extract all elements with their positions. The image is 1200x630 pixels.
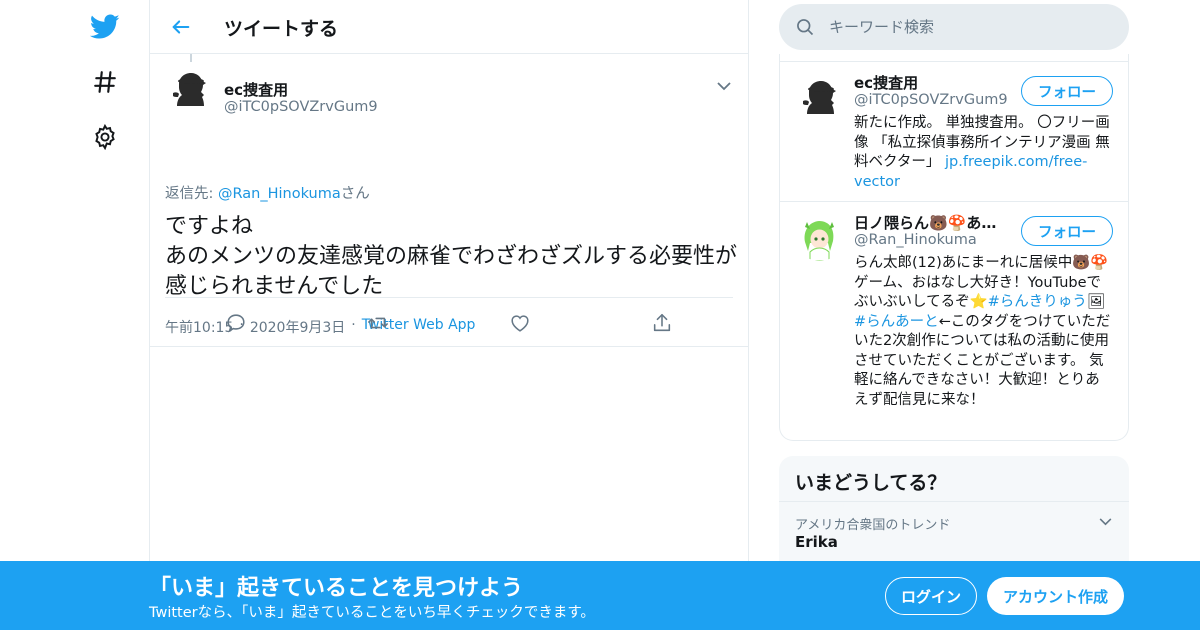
banner-subtitle: Twitterなら、「いま」起きていることをいち早くチェックできます。 (149, 605, 595, 621)
trend-item[interactable]: Erika (795, 533, 838, 551)
trends-title: いまどうしてる？ (795, 472, 947, 494)
bio-text: 🖼 (1086, 294, 1106, 310)
heart-icon[interactable] (504, 308, 536, 338)
tweet-text: ですよね あのメンツの友達感覚の麻雀でわざわざズルする必要性が感じられませんでし… (165, 214, 738, 299)
detective-silhouette-icon (165, 64, 214, 113)
page-header: ツイートする (150, 0, 748, 54)
user-card[interactable]: ec捜査用 @iTC0pSOVZrvGum9 フォロー 新たに作成。 単独捜査用… (780, 61, 1128, 201)
share-icon[interactable] (646, 308, 678, 338)
login-button[interactable]: ログイン (885, 577, 977, 615)
gear-icon[interactable] (89, 121, 121, 153)
retweet-icon[interactable] (362, 308, 394, 338)
anime-avatar-icon (795, 212, 844, 261)
user-handle[interactable]: @iTC0pSOVZrvGum9 (854, 92, 1008, 108)
reply-icon[interactable] (220, 308, 252, 338)
avatar[interactable] (795, 212, 844, 261)
hashtag-link[interactable]: #らんきりゅう (988, 294, 1087, 310)
user-handle[interactable]: @Ran_Hinokuma (854, 232, 977, 248)
main-column: ツイートする ec捜査用 @iTC0pSOVZrvGum9 返信先: @Ran_… (150, 0, 749, 630)
hashtag-icon[interactable] (89, 66, 121, 98)
author-handle[interactable]: @iTC0pSOVZrvGum9 (224, 99, 378, 115)
trend-location: アメリカ合衆国のトレンド (795, 518, 951, 533)
search-icon (797, 19, 814, 36)
related-users-card: ec捜査用 @iTC0pSOVZrvGum9 フォロー 新たに作成。 単独捜査用… (779, 54, 1129, 441)
user-name[interactable]: ec捜査用 (854, 72, 1004, 93)
follow-button[interactable]: フォロー (1021, 216, 1113, 246)
hashtag-link[interactable]: #らんあーと (854, 314, 939, 330)
signup-button[interactable]: アカウント作成 (987, 577, 1124, 615)
page-title: ツイートする (224, 18, 339, 40)
left-nav (0, 0, 150, 630)
reply-prefix: 返信先: (165, 186, 218, 202)
twitter-bird-icon[interactable] (89, 11, 121, 43)
follow-button[interactable]: フォロー (1021, 76, 1113, 106)
arrow-left-icon (172, 20, 190, 34)
search-bar[interactable] (779, 4, 1129, 50)
reply-to: 返信先: @Ran_Hinokumaさん (165, 182, 370, 203)
user-bio: 新たに作成。 単独捜査用。 〇フリー画像 「私立探偵事務所インテリア漫画 無料ベ… (854, 114, 1114, 192)
tweet-actions (165, 308, 733, 338)
chevron-down-icon[interactable] (1095, 512, 1115, 532)
avatar[interactable] (795, 72, 844, 121)
user-name[interactable]: 日ノ隈らん🐻🍄あ… (854, 212, 1004, 233)
tweet: ec捜査用 @iTC0pSOVZrvGum9 返信先: @Ran_Hinokum… (150, 54, 749, 347)
search-input[interactable] (829, 18, 1109, 36)
author-name[interactable]: ec捜査用 (224, 79, 288, 100)
user-card[interactable]: 日ノ隈らん🐻🍄あ… @Ran_Hinokuma フォロー らん太郎(12)あにま… (780, 201, 1128, 441)
chevron-down-icon[interactable] (714, 76, 734, 96)
signup-banner: 「いま」起きていることを見つけよう Twitterなら、「いま」起きていることを… (0, 561, 1200, 630)
detective-silhouette-icon (795, 72, 844, 121)
banner-title: 「いま」起きていることを見つけよう (149, 576, 524, 601)
user-bio: らん太郎(12)あにまーれに居候中🐻🍄ゲーム、おはなし大好き！YouTubeでぶ… (854, 254, 1114, 410)
reply-suffix: さん (340, 186, 370, 202)
trends-divider (779, 501, 1129, 502)
actions-divider (165, 297, 733, 298)
tweet-author: ec捜査用 @iTC0pSOVZrvGum9 (165, 64, 734, 116)
back-button[interactable] (166, 12, 196, 42)
avatar[interactable] (165, 64, 214, 113)
reply-handle-link[interactable]: @Ran_Hinokuma (218, 186, 341, 202)
